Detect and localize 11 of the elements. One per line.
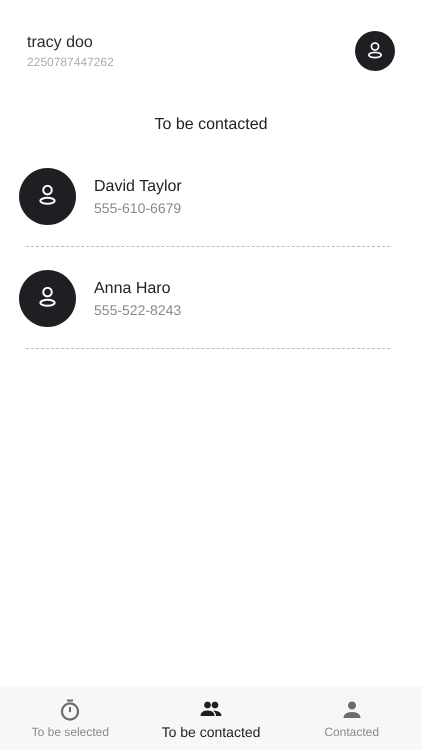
avatar-icon [19,168,76,225]
tab[interactable]: To be contacted [140,686,282,750]
contact-phone: 555-610-6679 [94,200,182,216]
avatar-icon [19,270,76,327]
contact-name[interactable]: Anna Haro [94,280,182,298]
contact-phone: 555-522-8243 [94,302,182,318]
page-title: To be contacted [154,116,268,134]
profile-name: tracy doo [27,34,94,52]
profile-number: 2250787447262 [27,54,114,68]
avatar-icon[interactable] [355,31,395,71]
contact-name[interactable]: David Taylor [94,178,182,196]
